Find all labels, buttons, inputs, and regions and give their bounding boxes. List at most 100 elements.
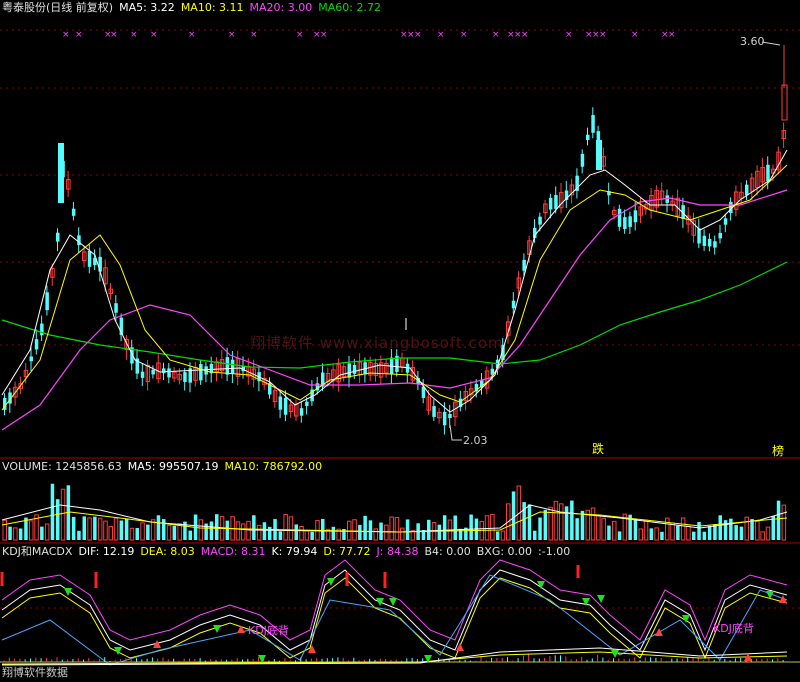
volume-bar [29, 520, 34, 541]
volume-bar [166, 525, 172, 541]
volume-bar [511, 491, 516, 540]
volume-bar [437, 524, 442, 540]
signal-marker: × [250, 30, 258, 40]
volume-bar [60, 488, 66, 541]
volume-bar [692, 531, 696, 540]
signal-marker: × [668, 30, 676, 40]
volume-bar [113, 517, 119, 541]
volume-bar [93, 516, 97, 540]
candle-body [707, 238, 712, 247]
volume-bar [172, 525, 177, 540]
signal-marker: × [150, 30, 158, 40]
candle-body [718, 232, 722, 239]
volume-bar [241, 523, 246, 541]
volume-bar [400, 527, 405, 541]
up-arrow-icon [779, 595, 787, 603]
volume-bar [268, 526, 272, 540]
candle-body [162, 368, 166, 374]
volume-bar [288, 516, 294, 541]
volume-bar [718, 515, 722, 540]
volume-bar [77, 530, 81, 540]
volume-bar [590, 507, 596, 541]
volume-bar [310, 531, 314, 540]
indicator-name: KDJ和MACDX [2, 545, 73, 558]
candle-body [71, 208, 76, 216]
candle-body [167, 368, 171, 378]
volume-bar [607, 525, 611, 540]
volume-bar [352, 519, 357, 541]
volume-bar [40, 526, 44, 540]
volume-bar [209, 521, 214, 540]
candle-body [225, 357, 230, 375]
ma5-readout: MA5: 3.22 [119, 1, 175, 14]
candle-body [299, 408, 304, 416]
candle-body [151, 369, 155, 375]
volume-bar [495, 531, 500, 540]
volume-bar [734, 525, 738, 540]
candle-body [45, 292, 49, 311]
volume-bar [570, 500, 574, 540]
volume-bar [129, 527, 135, 541]
volume-bar [676, 525, 680, 540]
signal-marker: × [460, 30, 468, 40]
candle-body [596, 140, 602, 170]
volume-bar [177, 523, 182, 541]
candle-body [87, 251, 92, 267]
ma20-readout: MA20: 3.00 [249, 1, 313, 14]
volume-bar [8, 526, 12, 540]
volume-bar [776, 500, 781, 540]
volume-bar [294, 524, 298, 540]
volume-ma5-readout: MA5: 995507.19 [127, 460, 219, 473]
candle-body [628, 216, 632, 227]
candle-body [538, 216, 542, 225]
volume-bar [235, 521, 241, 541]
candle-body [114, 303, 118, 313]
volume-bar [442, 515, 447, 540]
volume-bar [543, 509, 548, 540]
volume-bar [500, 530, 506, 541]
volume-bar [304, 530, 310, 541]
volume-bar [389, 516, 394, 541]
candle-body [442, 411, 447, 426]
watermark: 翔博软件 www.xiangbosoft.com [250, 334, 504, 352]
volume-bar [580, 510, 585, 540]
bxg-readout: BXG: 0.00 [476, 545, 533, 558]
ma60-readout: MA60: 2.72 [318, 1, 381, 14]
candle-body [34, 339, 39, 350]
volume-bar [633, 518, 638, 540]
signal-marker: × [320, 30, 328, 40]
volume-bar [538, 517, 542, 540]
volume-ma10-readout: MA10: 786792.00 [224, 460, 323, 473]
up-arrow-icon [655, 628, 663, 636]
candle-body [766, 164, 770, 182]
candle-body [40, 323, 44, 336]
ma10-readout: MA10: 3.11 [180, 1, 244, 14]
volume-bar [697, 522, 701, 540]
high-price-pointer [761, 41, 781, 46]
stock-title: 粤泰股份(日线 前复权) [2, 1, 114, 14]
volume-bar [755, 520, 760, 541]
volume-bar [252, 515, 256, 540]
high-price-label: 3.60 [740, 35, 765, 48]
volume-bar [188, 530, 192, 540]
indicator-panel-header: KDJ和MACDX DIF: 12.19 DEA: 8.03 MACD: 8.31 K:… [2, 545, 576, 559]
candle-body [548, 197, 553, 210]
low-price-pointer [449, 424, 462, 441]
candle-body [278, 396, 283, 410]
volume-bar [135, 528, 139, 540]
volume-bar [670, 522, 675, 541]
candle-body [511, 300, 516, 309]
candle-body [580, 153, 585, 167]
volume-bar [680, 517, 686, 541]
signal-marker: × [62, 30, 70, 40]
signal-marker: × [188, 30, 196, 40]
signal-marker: × [228, 30, 236, 40]
price-panel-header: 粤泰股份(日线 前复权) MA5: 3.22 MA10: 3.11 MA20: 3.0… [2, 1, 387, 15]
volume-bar [707, 525, 712, 540]
volume-bar [654, 527, 659, 541]
volume-bar [103, 520, 108, 541]
candle-body [58, 143, 64, 203]
volume-bar [612, 520, 617, 541]
candle-body [591, 115, 595, 133]
signal-marker: × [437, 30, 445, 40]
